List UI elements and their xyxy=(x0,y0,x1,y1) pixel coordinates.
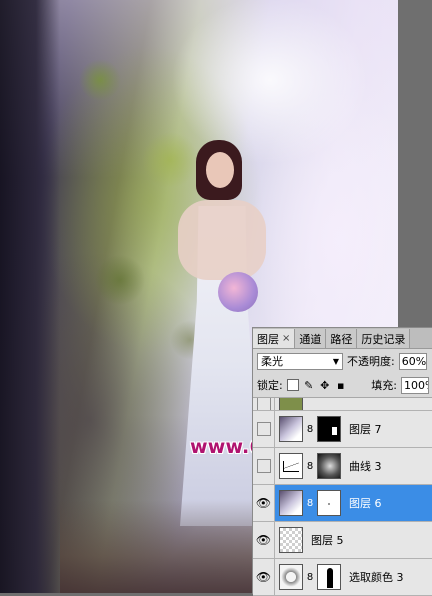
tab-channels-label: 通道 xyxy=(299,332,322,346)
eye-off-icon xyxy=(256,422,271,436)
close-icon[interactable]: × xyxy=(282,333,290,344)
visibility-toggle[interactable] xyxy=(253,398,275,410)
bride-shoulders xyxy=(178,200,266,280)
layers-panel: 图层 × 通道 路径 历史记录 柔光 ▼ 不透明度: 60% 锁定: ✎ ✥ ▪… xyxy=(252,327,432,596)
layers-list: 8 图层 7 8 曲线 3 👁 8 图层 6 👁 图层 5 👁 8 选取颜色 3 xyxy=(253,398,432,596)
layer-row-layer6[interactable]: 👁 8 图层 6 xyxy=(253,485,432,522)
layer-mask-thumbnail[interactable] xyxy=(317,564,341,590)
layer-name[interactable]: 图层 7 xyxy=(349,421,382,437)
layer-mask-thumbnail[interactable] xyxy=(317,453,341,479)
eye-off-icon xyxy=(256,459,271,473)
brush-icon[interactable]: ✎ xyxy=(303,379,315,392)
layer-row-curves3[interactable]: 8 曲线 3 xyxy=(253,448,432,485)
eye-icon: 👁 xyxy=(255,570,272,584)
selective-color-adjustment-icon xyxy=(279,564,303,590)
blend-mode-value: 柔光 xyxy=(261,355,283,368)
fill-input[interactable]: 100% xyxy=(401,376,429,394)
layer-thumbnail xyxy=(279,527,303,553)
visibility-toggle[interactable] xyxy=(253,448,275,484)
link-icon[interactable]: 8 xyxy=(305,461,315,472)
layer-thumbnail xyxy=(279,398,303,410)
tree-trunk xyxy=(0,0,60,593)
layer-row-selective-color3[interactable]: 👁 8 选取颜色 3 xyxy=(253,559,432,596)
bouquet xyxy=(218,272,258,312)
eye-off-icon xyxy=(256,398,271,410)
opacity-value: 60% xyxy=(401,354,427,368)
layer-name[interactable]: 图层 5 xyxy=(311,532,344,548)
blend-mode-select[interactable]: 柔光 ▼ xyxy=(257,352,343,370)
lock-transparency-checkbox[interactable] xyxy=(286,379,299,391)
layer-name[interactable]: 图层 6 xyxy=(349,495,382,511)
fill-value: 100% xyxy=(404,378,428,392)
tab-channels[interactable]: 通道 xyxy=(295,329,327,348)
layer-thumbnail xyxy=(279,490,303,516)
visibility-toggle[interactable]: 👁 xyxy=(253,522,275,558)
visibility-toggle[interactable]: 👁 xyxy=(253,485,275,521)
layer-row-layer5[interactable]: 👁 图层 5 xyxy=(253,522,432,559)
tab-paths[interactable]: 路径 xyxy=(326,329,358,348)
layer-mask-thumbnail[interactable] xyxy=(317,490,341,516)
link-icon[interactable]: 8 xyxy=(305,498,315,509)
eye-icon: 👁 xyxy=(255,533,272,547)
opacity-input[interactable]: 60% xyxy=(398,352,427,370)
chevron-down-icon: ▼ xyxy=(332,356,339,366)
bride-face xyxy=(206,152,234,188)
opacity-label: 不透明度: xyxy=(347,355,395,368)
panel-tabs: 图层 × 通道 路径 历史记录 xyxy=(253,328,432,349)
link-icon[interactable]: 8 xyxy=(305,572,315,583)
lock-icon[interactable]: ▪ xyxy=(335,379,347,392)
layer-row-top-partial[interactable] xyxy=(253,398,432,411)
layer-row-layer7[interactable]: 8 图层 7 xyxy=(253,411,432,448)
visibility-toggle[interactable]: 👁 xyxy=(253,559,275,595)
curves-adjustment-icon xyxy=(279,453,303,479)
fill-label: 填充: xyxy=(371,379,397,392)
lock-row: 锁定: ✎ ✥ ▪ 填充: 100% xyxy=(253,373,432,398)
layer-name[interactable]: 选取颜色 3 xyxy=(349,569,404,585)
tab-history[interactable]: 历史记录 xyxy=(357,329,411,348)
lock-label: 锁定: xyxy=(257,379,283,392)
tab-paths-label: 路径 xyxy=(330,332,353,346)
visibility-toggle[interactable] xyxy=(253,411,275,447)
layer-thumbnail xyxy=(279,416,303,442)
layer-mask-thumbnail[interactable] xyxy=(317,416,341,442)
tab-layers-label: 图层 xyxy=(257,332,279,346)
tab-layers[interactable]: 图层 × xyxy=(253,329,296,348)
blend-row: 柔光 ▼ 不透明度: 60% xyxy=(253,349,432,373)
tab-history-label: 历史记录 xyxy=(361,332,406,346)
layer-name[interactable]: 曲线 3 xyxy=(349,458,382,474)
link-icon[interactable]: 8 xyxy=(305,424,315,435)
move-icon[interactable]: ✥ xyxy=(319,379,331,392)
eye-icon: 👁 xyxy=(255,496,272,510)
